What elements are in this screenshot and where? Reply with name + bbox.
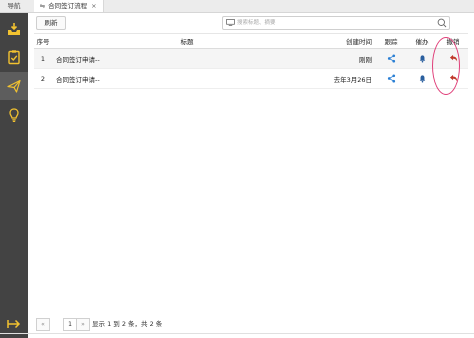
row-created-time: 去年3月26日 xyxy=(322,68,376,89)
paper-plane-icon xyxy=(7,79,21,93)
flow-icon: ⇋ xyxy=(39,2,46,10)
sidebar-item-inbox[interactable] xyxy=(0,15,28,43)
sidebar-item-sent[interactable] xyxy=(0,72,28,100)
lightbulb-icon xyxy=(9,108,19,122)
header-title[interactable]: 标题 xyxy=(52,33,322,49)
track-button[interactable] xyxy=(376,68,406,89)
header-created-time[interactable]: 创建时间 xyxy=(322,33,376,49)
table-header-row: 序号 标题 创建时间 跟踪 催办 撤销 xyxy=(34,33,468,49)
sidebar xyxy=(0,13,28,338)
keyboard-icon xyxy=(226,19,235,26)
search-icon[interactable] xyxy=(437,18,447,28)
header-track: 跟踪 xyxy=(376,33,406,49)
tab-contract-process[interactable]: ⇋ 合同签订流程 × xyxy=(34,0,104,12)
header-index: 序号 xyxy=(34,33,52,49)
row-title[interactable]: 合同签订申请-- xyxy=(52,48,322,69)
header-urge: 催办 xyxy=(406,33,438,49)
share-icon xyxy=(387,54,395,63)
next-page-button[interactable]: » xyxy=(76,318,90,331)
refresh-button[interactable]: 刷新 xyxy=(36,16,66,30)
row-index: 1 xyxy=(34,48,52,69)
tab-label: 合同签订流程 xyxy=(48,2,88,10)
exit-icon xyxy=(7,319,21,329)
prev-page-button[interactable]: « xyxy=(36,318,50,331)
toolbar: 刷新 xyxy=(28,13,474,33)
share-icon xyxy=(387,74,395,83)
top-bar: 导航 ⇋ 合同签订流程 × xyxy=(0,0,474,13)
bell-icon xyxy=(419,55,425,63)
sidebar-item-ideas[interactable] xyxy=(0,101,28,129)
main-panel: 刷新 序号 标题 创建时间 跟踪 催办 撤销 xyxy=(28,13,474,338)
table-row[interactable]: 1 合同签订申请-- 刚刚 xyxy=(34,48,468,69)
table-row[interactable]: 2 合同签订申请-- 去年3月26日 xyxy=(34,68,468,89)
sidebar-item-todo[interactable] xyxy=(0,43,28,71)
nav-title: 导航 xyxy=(7,2,21,10)
row-index: 2 xyxy=(34,68,52,89)
track-button[interactable] xyxy=(376,48,406,69)
process-table: 序号 标题 创建时间 跟踪 催办 撤销 1 合同签订申请-- 刚刚 2 合同签订… xyxy=(34,33,468,89)
bottom-divider xyxy=(0,333,474,334)
bell-icon xyxy=(419,75,425,83)
annotation-oval-revoke xyxy=(432,37,460,95)
inbox-icon xyxy=(8,23,20,35)
row-title[interactable]: 合同签订申请-- xyxy=(52,68,322,89)
search-input[interactable] xyxy=(237,17,427,29)
current-page[interactable]: 1 xyxy=(63,318,77,331)
row-created-time: 刚刚 xyxy=(322,48,376,69)
search-box xyxy=(222,16,450,30)
checklist-icon xyxy=(8,50,20,65)
pagination-info: 显示 1 到 2 条，共 2 条 xyxy=(92,320,163,328)
tab-close-icon[interactable]: × xyxy=(91,2,96,10)
